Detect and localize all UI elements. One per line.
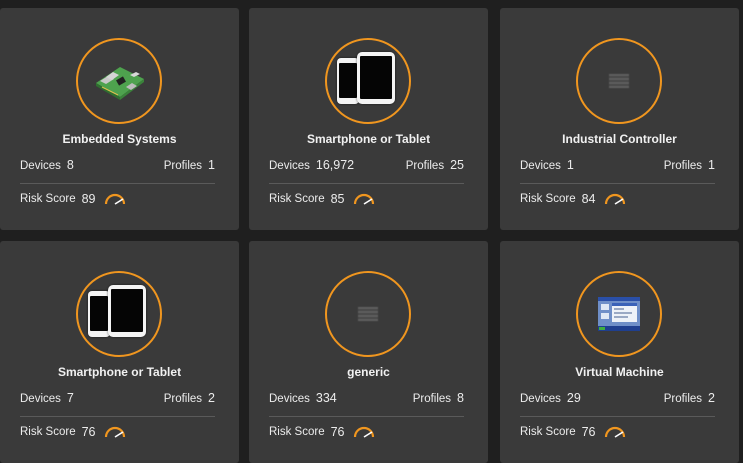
risk-gauge-icon	[604, 426, 625, 438]
devices-stat: Devices 8	[20, 158, 74, 172]
category-icon-ring	[325, 38, 411, 124]
risk-score-label: Risk Score	[20, 193, 76, 205]
stats-row: Devices 1 Profiles 1	[520, 158, 715, 172]
profiles-label: Profiles	[163, 160, 203, 172]
device-category-card[interactable]: Smartphone or Tablet Devices 16,972 Profi…	[249, 8, 488, 230]
card-title: Industrial Controller	[562, 132, 677, 146]
category-icon-ring	[576, 38, 662, 124]
devices-count: 8	[66, 158, 74, 172]
stats-row: Devices 7 Profiles 2	[20, 391, 215, 405]
risk-gauge-icon	[353, 193, 374, 205]
phone-tablet-icon	[337, 52, 399, 110]
risk-score-label: Risk Score	[520, 426, 576, 438]
phone-tablet-icon	[88, 285, 150, 343]
risk-score-row: Risk Score 76	[20, 425, 126, 439]
divider	[269, 183, 464, 184]
devices-stat: Devices 334	[269, 391, 337, 405]
profiles-stat: Profiles 1	[664, 158, 715, 172]
generic-chip-icon	[609, 74, 629, 88]
risk-score-value: 76	[81, 425, 96, 439]
risk-score-row: Risk Score 76	[269, 425, 375, 439]
card-title: Embedded Systems	[62, 132, 177, 146]
profiles-count: 1	[208, 158, 215, 172]
risk-score-row: Risk Score 76	[520, 425, 626, 439]
risk-gauge-icon	[604, 193, 625, 205]
profiles-stat: Profiles 8	[413, 391, 464, 405]
devices-label: Devices	[520, 160, 561, 172]
risk-gauge-icon	[353, 426, 374, 438]
category-icon-ring	[325, 271, 411, 357]
profiles-count: 1	[708, 158, 715, 172]
device-category-card[interactable]: Smartphone or Tablet Devices 7 Profiles 2 …	[0, 241, 239, 463]
stats-row: Devices 29 Profiles 2	[520, 391, 715, 405]
risk-score-value: 76	[581, 425, 596, 439]
device-category-card[interactable]: generic Devices 334 Profiles 8 Risk Score …	[249, 241, 488, 463]
risk-score-label: Risk Score	[269, 426, 325, 438]
devices-label: Devices	[20, 160, 61, 172]
profiles-count: 2	[708, 391, 715, 405]
category-icon-ring	[76, 271, 162, 357]
profiles-stat: Profiles 2	[164, 391, 215, 405]
device-category-card[interactable]: Industrial Controller Devices 1 Profiles 1…	[500, 8, 739, 230]
divider	[520, 183, 715, 184]
device-category-card[interactable]: Embedded Systems Devices 8 Profiles 1 Risk…	[0, 8, 239, 230]
devices-count: 1	[566, 158, 574, 172]
devices-label: Devices	[269, 160, 310, 172]
devices-label: Devices	[269, 393, 310, 405]
risk-score-label: Risk Score	[20, 426, 76, 438]
profiles-label: Profiles	[663, 160, 703, 172]
risk-score-row: Risk Score 85	[269, 192, 375, 206]
devices-count: 334	[315, 391, 337, 405]
generic-chip-icon	[358, 307, 378, 321]
devices-count: 16,972	[315, 158, 355, 172]
risk-score-value: 89	[81, 192, 96, 206]
devices-count: 29	[566, 391, 581, 405]
stats-row: Devices 16,972 Profiles 25	[269, 158, 464, 172]
risk-gauge-icon	[104, 426, 125, 438]
risk-score-value: 85	[330, 192, 345, 206]
card-title: Virtual Machine	[575, 365, 664, 379]
card-title: Smartphone or Tablet	[57, 365, 182, 379]
devices-count: 7	[66, 391, 74, 405]
virtual-machine-desktop-icon	[598, 297, 640, 331]
devices-label: Devices	[20, 393, 61, 405]
card-title: Smartphone or Tablet	[306, 132, 431, 146]
profiles-stat: Profiles 2	[664, 391, 715, 405]
risk-gauge-icon	[104, 193, 125, 205]
category-icon-ring	[576, 271, 662, 357]
profiles-label: Profiles	[163, 393, 203, 405]
raspberry-pi-board-icon	[96, 67, 144, 100]
devices-stat: Devices 1	[520, 158, 574, 172]
device-category-card[interactable]: Virtual Machine Devices 29 Profiles 2 Risk…	[500, 241, 739, 463]
divider	[20, 416, 215, 417]
card-title: generic	[347, 365, 390, 379]
profiles-label: Profiles	[412, 393, 452, 405]
profiles-count: 25	[450, 158, 464, 172]
devices-label: Devices	[520, 393, 561, 405]
category-icon-ring	[76, 38, 162, 124]
profiles-count: 8	[457, 391, 464, 405]
divider	[520, 416, 715, 417]
stats-row: Devices 334 Profiles 8	[269, 391, 464, 405]
profiles-label: Profiles	[663, 393, 703, 405]
devices-stat: Devices 7	[20, 391, 74, 405]
profiles-label: Profiles	[405, 160, 445, 172]
risk-score-value: 76	[330, 425, 345, 439]
divider	[20, 183, 215, 184]
divider	[269, 416, 464, 417]
profiles-count: 2	[208, 391, 215, 405]
devices-stat: Devices 29	[520, 391, 581, 405]
devices-stat: Devices 16,972	[269, 158, 354, 172]
risk-score-row: Risk Score 84	[520, 192, 626, 206]
risk-score-row: Risk Score 89	[20, 192, 126, 206]
profiles-stat: Profiles 25	[406, 158, 464, 172]
risk-score-label: Risk Score	[269, 193, 325, 205]
risk-score-value: 84	[581, 192, 596, 206]
profiles-stat: Profiles 1	[164, 158, 215, 172]
risk-score-label: Risk Score	[520, 193, 576, 205]
stats-row: Devices 8 Profiles 1	[20, 158, 215, 172]
